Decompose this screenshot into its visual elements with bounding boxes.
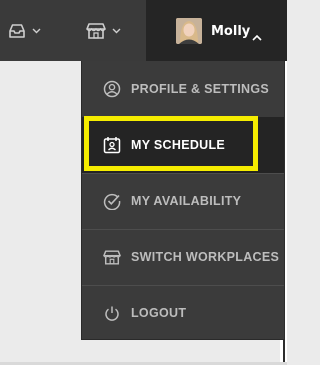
store-icon (86, 22, 106, 40)
inbox-dropdown-button[interactable] (8, 20, 41, 42)
menu-item-label: SWITCH WORKPLACES (131, 250, 280, 264)
user-name[interactable]: Molly (211, 22, 250, 42)
check-circle-icon (102, 191, 122, 211)
avatar[interactable] (176, 18, 202, 44)
chevron-up-icon[interactable] (252, 26, 262, 45)
inbox-icon (8, 23, 26, 39)
menu-item-label: PROFILE & SETTINGS (131, 82, 270, 96)
menu-item-label: LOGOUT (131, 306, 187, 320)
chevron-down-icon (112, 28, 121, 34)
menu-item-label: MY SCHEDULE (131, 138, 226, 152)
power-icon (102, 303, 122, 323)
menu-item-my-schedule[interactable]: MY SCHEDULE (82, 117, 284, 173)
chevron-down-icon (32, 28, 41, 34)
top-navigation-bar: Molly (0, 0, 287, 61)
schedule-badge-icon (102, 135, 122, 155)
menu-item-logout[interactable]: LOGOUT (82, 285, 284, 341)
user-circle-icon (102, 79, 122, 99)
menu-item-label: MY AVAILABILITY (131, 194, 242, 208)
menu-item-profile-settings[interactable]: PROFILE & SETTINGS (82, 61, 284, 117)
user-dropdown-menu: PROFILE & SETTINGS MY SCHEDULE MY AVAILA… (81, 61, 284, 340)
store-icon (102, 247, 122, 267)
menu-item-switch-workplaces[interactable]: SWITCH WORKPLACES (82, 229, 284, 285)
menu-item-my-availability[interactable]: MY AVAILABILITY (82, 173, 284, 229)
workplace-dropdown-button[interactable] (86, 20, 121, 42)
